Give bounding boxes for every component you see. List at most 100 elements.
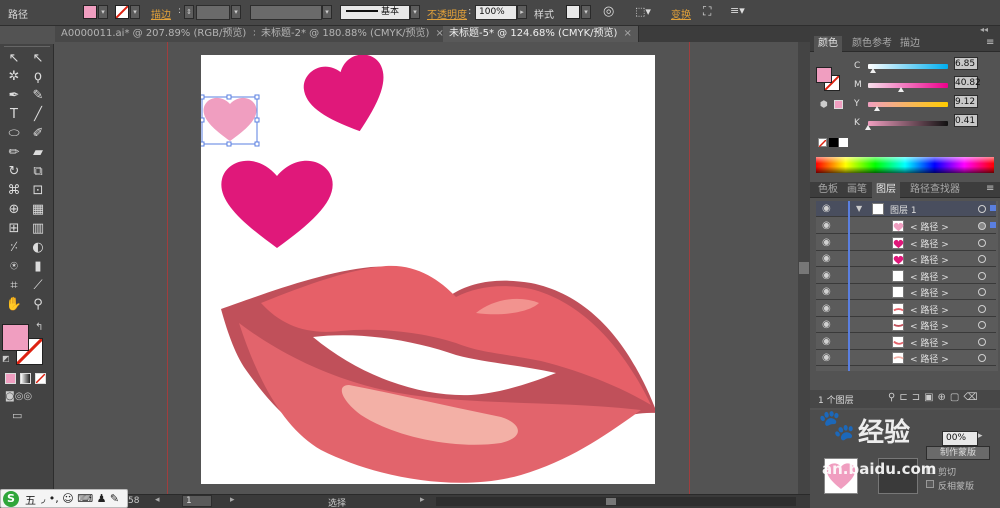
- path-row[interactable]: ◉ < 路径 >: [816, 301, 996, 317]
- warp-tool-icon[interactable]: ⌘: [5, 182, 23, 200]
- fill-swatch[interactable]: [83, 5, 97, 19]
- opacity-stepper-icon[interactable]: ▸: [978, 431, 983, 441]
- rotate-tool-icon[interactable]: ↻: [5, 163, 23, 181]
- path-row[interactable]: ◉ < 路径 >: [816, 251, 996, 267]
- heart-top-right[interactable]: [299, 54, 399, 144]
- none-mode-icon[interactable]: [35, 373, 46, 384]
- tab-swatches[interactable]: 色板: [814, 182, 842, 198]
- target-circle-icon[interactable]: [978, 255, 986, 263]
- status-menu-icon[interactable]: ▸: [420, 495, 425, 505]
- path-row[interactable]: ◉ < 路径 >: [816, 317, 996, 333]
- tab-untitled-5[interactable]: 未标题-5* @ 124.68% (CMYK/预览) ×: [443, 26, 639, 42]
- transparency-opacity-field[interactable]: 00%: [942, 431, 978, 446]
- c-slider[interactable]: [868, 64, 948, 69]
- align-icon[interactable]: ⬚▾: [635, 5, 651, 18]
- horizontal-scrollbar[interactable]: [436, 497, 796, 506]
- k-slider-thumb[interactable]: [865, 125, 871, 130]
- ime-toolbar[interactable]: S 五 ◞ •, ☺ ⌨ ♟ ✎: [0, 489, 128, 508]
- path-row[interactable]: ◉ < 路径 >: [816, 350, 996, 366]
- vertical-scrollbar[interactable]: [798, 42, 810, 494]
- free-transform-tool-icon[interactable]: ⊡: [29, 182, 47, 200]
- tab-color[interactable]: 颜色: [814, 36, 842, 52]
- draw-mode-icon[interactable]: ◙◎◎: [5, 391, 32, 402]
- invert-mask-checkbox[interactable]: [926, 480, 934, 488]
- fill-color-box[interactable]: [2, 324, 29, 351]
- style-swatch[interactable]: [566, 5, 580, 19]
- page-field[interactable]: 1: [182, 495, 212, 507]
- layer-actions-icons[interactable]: ⚲⊏⊐▣⊕▢⌫: [888, 392, 982, 403]
- artboard[interactable]: [199, 54, 657, 484]
- panel-menu-icon[interactable]: ≡: [986, 37, 994, 48]
- path-row[interactable]: ◉ < 路径 >: [816, 218, 996, 234]
- opacity-label[interactable]: 不透明度: [427, 6, 467, 21]
- artwork[interactable]: [199, 54, 657, 484]
- blend-tool-icon[interactable]: ◐: [29, 239, 47, 257]
- visibility-eye-icon[interactable]: ◉: [822, 253, 831, 264]
- black-swatch[interactable]: [829, 138, 838, 147]
- pencil-tool-icon[interactable]: ✏: [5, 144, 23, 162]
- gradient-tool-icon[interactable]: ▥: [29, 220, 47, 238]
- path-row[interactable]: ◉ < 路径 >: [816, 268, 996, 284]
- y-slider-thumb[interactable]: [874, 106, 880, 111]
- magic-wand-tool-icon[interactable]: ✲: [5, 68, 23, 86]
- symbol-sprayer-tool-icon[interactable]: ⍟: [5, 258, 23, 276]
- stroke-label[interactable]: 描边: [151, 6, 171, 21]
- gradient-mode-icon[interactable]: [20, 373, 31, 384]
- visibility-eye-icon[interactable]: ◉: [822, 336, 831, 347]
- swap-fill-stroke-icon[interactable]: ↰: [35, 322, 43, 333]
- m-value[interactable]: 40.82: [954, 76, 981, 89]
- ellipse-tool-icon[interactable]: ⬭: [5, 125, 23, 143]
- visibility-eye-icon[interactable]: ◉: [822, 203, 831, 214]
- slice-tool-icon[interactable]: ⟋: [29, 277, 47, 295]
- path-name[interactable]: < 路径 >: [910, 319, 949, 332]
- ime-icons[interactable]: ◞ •, ☺ ⌨ ♟ ✎: [41, 492, 119, 505]
- target-circle-icon[interactable]: [978, 288, 986, 296]
- ime-mode-label[interactable]: 五: [25, 492, 36, 508]
- heart-small-selected[interactable]: [203, 97, 257, 141]
- tab-layers[interactable]: 图层: [872, 182, 900, 198]
- path-row[interactable]: ◉ < 路径 >: [816, 284, 996, 300]
- artboard-tool-icon[interactable]: ⌗: [5, 277, 23, 295]
- zoom-field[interactable]: 58: [128, 496, 139, 506]
- stroke-swatch[interactable]: [115, 5, 129, 19]
- scrollbar-thumb[interactable]: [606, 498, 616, 505]
- path-name[interactable]: < 路径 >: [910, 237, 949, 250]
- visibility-eye-icon[interactable]: ◉: [822, 352, 831, 363]
- tab-color-guide[interactable]: 颜色参考: [848, 36, 896, 52]
- y-slider[interactable]: [868, 102, 948, 107]
- y-value[interactable]: 9.12: [954, 95, 978, 108]
- visibility-eye-icon[interactable]: ◉: [822, 286, 831, 297]
- opacity-dropdown[interactable]: ▸: [517, 5, 527, 19]
- visibility-eye-icon[interactable]: ◉: [822, 319, 831, 330]
- color-spectrum-bar[interactable]: [816, 157, 994, 173]
- visibility-eye-icon[interactable]: ◉: [822, 270, 831, 281]
- perspective-grid-tool-icon[interactable]: ▦: [29, 201, 47, 219]
- target-circle-icon[interactable]: [978, 222, 986, 230]
- zoom-tool-icon[interactable]: ⚲: [29, 296, 47, 314]
- close-icon[interactable]: ×: [623, 28, 631, 39]
- screen-mode-icon[interactable]: ▭: [12, 409, 22, 422]
- next-page-icon[interactable]: ▸: [230, 495, 235, 505]
- panel-fill-swatch[interactable]: [816, 67, 832, 83]
- tab-a0000011[interactable]: A0000011.ai* @ 207.89% (RGB/预览)×: [55, 26, 268, 42]
- scrollbar-thumb[interactable]: [799, 262, 809, 274]
- tab-pathfinder[interactable]: 路径查找器: [906, 182, 964, 198]
- selection-indicator[interactable]: [990, 222, 996, 228]
- recolor-icon[interactable]: ◎: [603, 4, 614, 19]
- eyedropper-tool-icon[interactable]: ⸓: [5, 239, 23, 257]
- hand-tool-icon[interactable]: ✋: [5, 296, 23, 314]
- stroke-weight-dropdown[interactable]: ▾: [231, 5, 241, 19]
- variable-width-dropdown[interactable]: ▾: [322, 5, 332, 19]
- shape-builder-tool-icon[interactable]: ⊕: [5, 201, 23, 219]
- heart-bottom[interactable]: [221, 160, 333, 248]
- path-name[interactable]: < 路径 >: [910, 352, 949, 365]
- column-graph-tool-icon[interactable]: ▮: [29, 258, 47, 276]
- brush-preset-dropdown[interactable]: ▾: [410, 5, 420, 19]
- line-tool-icon[interactable]: ╱: [29, 106, 47, 124]
- path-name[interactable]: < 路径 >: [910, 286, 949, 299]
- ime-logo-icon[interactable]: S: [3, 491, 19, 507]
- target-circle-icon[interactable]: [978, 304, 986, 313]
- pen-tool-icon[interactable]: ✒: [5, 87, 23, 105]
- target-circle-icon[interactable]: [978, 205, 986, 213]
- paintbrush-tool-icon[interactable]: ✐: [29, 125, 47, 143]
